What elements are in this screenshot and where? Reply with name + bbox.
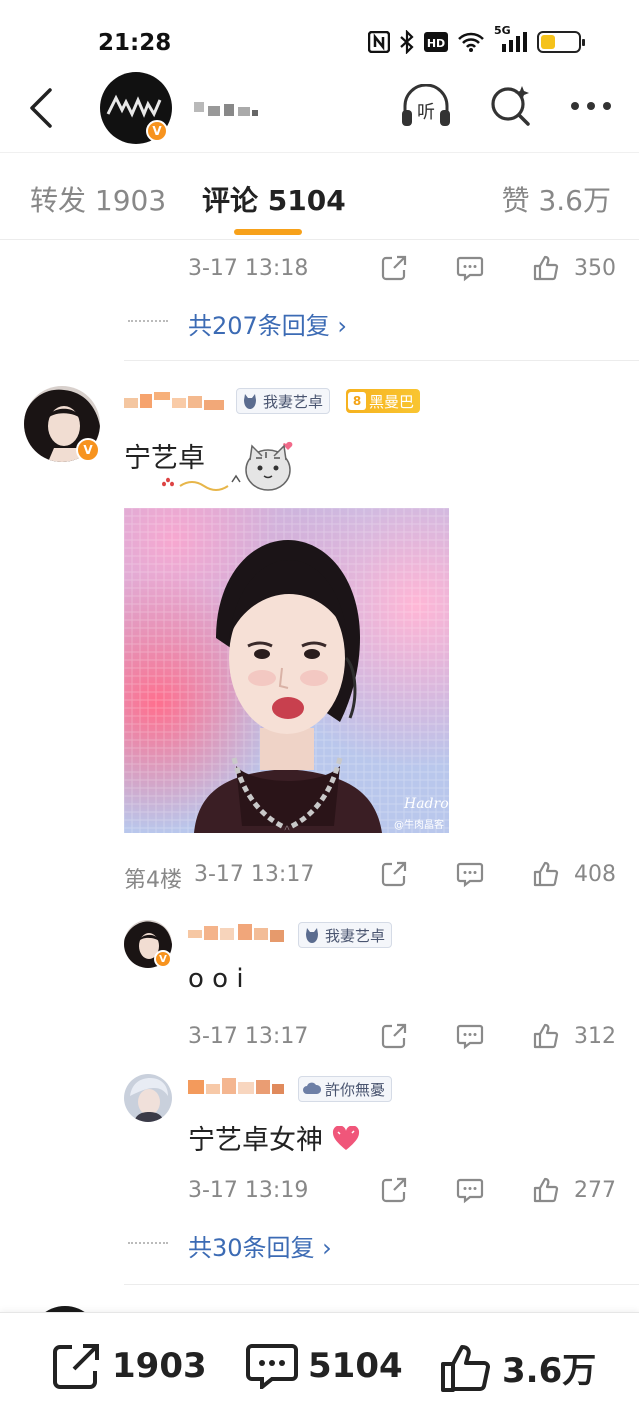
reply-avatar[interactable] xyxy=(124,1074,172,1122)
fan-group-tag[interactable]: 我妻艺卓 xyxy=(236,388,331,414)
reply-timestamp: 3-17 13:17 xyxy=(188,1024,309,1049)
wifi-icon xyxy=(458,32,484,52)
reply-author-name-blur[interactable] xyxy=(188,922,288,944)
svg-text:听: 听 xyxy=(417,102,435,123)
comment-divider xyxy=(124,360,639,361)
repost-action[interactable]: 1903 xyxy=(52,1343,207,1389)
repost-icon[interactable] xyxy=(380,860,408,888)
repost-icon[interactable] xyxy=(380,1176,408,1204)
repost-count: 1903 xyxy=(112,1346,207,1386)
dotted-divider xyxy=(128,320,168,322)
search-button[interactable] xyxy=(489,84,533,128)
comment-photo[interactable]: Hadro @牛肉晶客 xyxy=(124,508,449,833)
like-action[interactable]: 3.6万 xyxy=(440,1343,596,1392)
hd-icon: HD xyxy=(424,32,448,52)
cat-icon xyxy=(244,394,256,409)
battery-icon xyxy=(537,31,585,53)
heart-emoji-icon xyxy=(332,1125,359,1150)
bluetooth-icon xyxy=(400,30,414,54)
like-icon[interactable] xyxy=(532,254,560,282)
comment-count: 5104 xyxy=(308,1346,403,1386)
like-icon xyxy=(441,1344,490,1392)
cat-icon xyxy=(306,928,318,943)
prev-comment-more-replies[interactable]: 共207条回复 › xyxy=(0,302,639,342)
fan-level-tag[interactable]: 8 黑曼巴 xyxy=(346,389,421,413)
fan-level-number: 8 xyxy=(348,392,366,410)
reply-meta: 3-17 13:17 312 xyxy=(0,1018,639,1058)
reply-like-count: 312 xyxy=(574,1024,616,1049)
verified-badge-icon: V xyxy=(146,120,168,142)
comment-floor: 第4楼 xyxy=(124,868,182,893)
back-button[interactable] xyxy=(24,86,64,130)
comment-icon xyxy=(246,1344,298,1389)
like-count: 3.6万 xyxy=(502,1351,597,1391)
comment-icon[interactable] xyxy=(456,1022,484,1050)
comment-more-replies[interactable]: 共30条回复 › xyxy=(0,1224,639,1264)
repost-icon[interactable] xyxy=(380,1022,408,1050)
fan-group-tag-label: 我妻艺卓 xyxy=(263,392,324,411)
tab-bar: 转发 1903 评论 5104 赞 3.6万 xyxy=(0,152,639,240)
status-time: 21:28 xyxy=(98,30,172,56)
post-author-name-blur xyxy=(194,102,258,116)
tab-comments[interactable]: 评论 5104 xyxy=(202,179,346,219)
dotted-divider xyxy=(128,1242,168,1244)
photo-watermark: @牛肉晶客 xyxy=(394,818,444,831)
comment-icon[interactable] xyxy=(456,1176,484,1204)
author-logo-icon xyxy=(106,94,162,118)
comment-timestamp: 3-17 13:17 xyxy=(194,862,315,887)
prev-comment-timestamp: 3-17 13:18 xyxy=(188,256,309,281)
more-replies-link[interactable]: 共207条回复 › xyxy=(188,306,347,341)
active-tab-indicator xyxy=(234,229,302,235)
cellular-5g-icon: 5G xyxy=(494,24,528,54)
comment-icon[interactable] xyxy=(456,254,484,282)
nav-bar: V 听 xyxy=(0,72,639,152)
tab-reposts[interactable]: 转发 1903 xyxy=(30,179,166,219)
tab-likes[interactable]: 赞 3.6万 xyxy=(502,179,611,219)
repost-icon xyxy=(53,1344,99,1389)
repost-icon[interactable] xyxy=(380,254,408,282)
like-icon[interactable] xyxy=(532,1176,560,1204)
like-icon[interactable] xyxy=(532,1022,560,1050)
reply-timestamp: 3-17 13:19 xyxy=(188,1178,309,1203)
more-options-button[interactable] xyxy=(569,84,613,128)
status-icons: HD 5G xyxy=(368,24,585,54)
reply-fan-group-tag-label: 我妻艺卓 xyxy=(325,926,386,945)
prev-comment-meta: 3-17 13:18 350 xyxy=(0,250,639,290)
cloud-icon xyxy=(303,1082,321,1094)
comment-meta: 第4楼 3-17 13:17 408 xyxy=(0,856,639,896)
reply-text: 宁艺卓女神 xyxy=(188,1118,360,1157)
comment-action[interactable]: 5104 xyxy=(246,1343,403,1389)
reply-meta: 3-17 13:19 277 xyxy=(0,1172,639,1212)
cat-sticker-icon xyxy=(162,441,293,491)
reply-like-count: 277 xyxy=(574,1178,616,1203)
comment-icon[interactable] xyxy=(456,860,484,888)
comment-divider xyxy=(124,1284,639,1285)
more-replies-link[interactable]: 共30条回复 › xyxy=(188,1228,332,1263)
bottom-action-bar: 1903 5104 3.6万 xyxy=(0,1312,639,1421)
reply-fan-group-tag[interactable]: 許你無憂 xyxy=(298,1076,393,1102)
status-bar: 21:28 HD 5G xyxy=(0,0,639,72)
fan-level-label: 黑曼巴 xyxy=(369,392,415,411)
svg-text:HD: HD xyxy=(427,37,445,50)
commenter-verified-icon: V xyxy=(76,438,100,462)
listen-button[interactable]: 听 xyxy=(399,84,453,128)
reply-fan-group-tag-label: 許你無憂 xyxy=(325,1080,386,1099)
reply-text: o o i xyxy=(188,964,244,994)
photo-signature: Hadro xyxy=(403,796,449,812)
nfc-icon xyxy=(368,31,390,53)
like-icon[interactable] xyxy=(532,860,560,888)
commenter-name-blur[interactable] xyxy=(124,390,228,412)
comment-like-count: 408 xyxy=(574,862,616,887)
prev-comment-like-count: 350 xyxy=(574,256,616,281)
reply-fan-group-tag[interactable]: 我妻艺卓 xyxy=(298,922,393,948)
reply-text-content: 宁艺卓女神 xyxy=(188,1125,323,1156)
reply-verified-icon: V xyxy=(154,950,172,968)
reply-author-name-blur[interactable] xyxy=(188,1076,286,1098)
